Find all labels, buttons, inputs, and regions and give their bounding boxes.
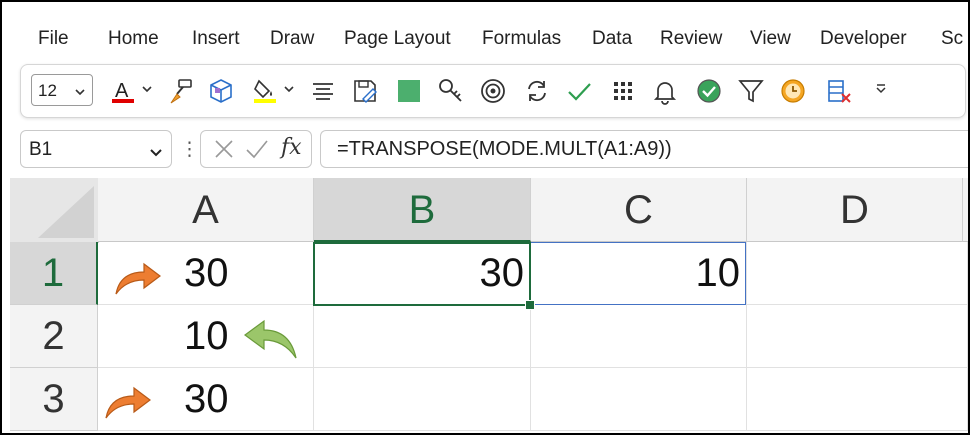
menu-file[interactable]: File [38,28,69,50]
menu-review[interactable]: Review [660,28,722,50]
cancel-icon[interactable] [213,138,235,160]
name-box[interactable]: B1 [20,130,172,168]
menu-bar: File Home Insert Draw Page Layout Formul… [2,2,968,58]
chevron-down-icon [74,83,86,103]
cell-d2[interactable] [747,305,968,368]
more-icon[interactable] [875,83,887,95]
worksheet-grid: A B C D 1 2 3 30 30 10 10 30 [2,178,968,433]
grid-icon[interactable] [609,77,637,105]
clear-column-icon[interactable] [825,77,853,105]
cell-b1[interactable]: 30 [314,242,531,305]
font-color-icon[interactable]: A [109,77,137,105]
curved-arrow-right-icon [105,386,151,419]
formula-text: =TRANSPOSE(MODE.MULT(A1:A9)) [337,138,672,160]
column-header-e[interactable] [963,178,968,242]
menu-data[interactable]: Data [592,28,632,50]
chevron-down-icon[interactable] [141,83,153,95]
menu-view[interactable]: View [750,28,791,50]
row-header-2[interactable]: 2 [10,305,98,368]
target-icon[interactable] [479,77,507,105]
svg-text:A: A [115,80,129,102]
cell-b3[interactable] [314,368,531,431]
format-painter-icon[interactable] [167,77,195,105]
bell-icon[interactable] [651,77,679,105]
menu-developer[interactable]: Developer [820,28,907,50]
menu-home[interactable]: Home [108,28,159,50]
menu-draw[interactable]: Draw [270,28,314,50]
chevron-down-icon[interactable] [283,83,295,95]
cell-d1[interactable] [747,242,968,305]
fill-handle[interactable] [525,300,535,310]
column-header-a[interactable]: A [98,178,314,242]
cell-c3[interactable] [531,368,747,431]
column-header-d[interactable]: D [747,178,963,242]
menu-page-layout[interactable]: Page Layout [344,28,451,50]
menu-insert[interactable]: Insert [192,28,240,50]
cell-a3-value: 30 [184,377,229,421]
select-all-corner[interactable] [10,178,99,243]
filter-icon[interactable] [737,77,765,105]
excel-window: File Home Insert Draw Page Layout Formul… [2,2,968,433]
fill-color-icon[interactable] [251,77,279,105]
cell-b1-value: 30 [479,251,525,295]
curved-arrow-left-icon [243,319,297,359]
refresh-icon[interactable] [523,77,551,105]
cell-c2[interactable] [531,305,747,368]
3d-cube-icon[interactable] [207,77,235,105]
cell-b2[interactable] [314,305,531,368]
column-header-c[interactable]: C [531,178,747,242]
more-options-icon[interactable]: ⋮ [180,138,199,161]
menu-more-tab[interactable]: Sc [941,28,963,50]
green-check-circle-icon[interactable] [695,77,723,105]
cell-c1[interactable]: 10 [531,242,747,305]
checkmark-icon[interactable] [565,77,593,105]
cell-c1-value: 10 [695,251,741,295]
column-header-b[interactable]: B [314,178,531,242]
name-box-value: B1 [29,139,53,160]
enter-check-icon[interactable] [245,138,269,160]
align-center-icon[interactable] [309,77,337,105]
cell-d3[interactable] [747,368,968,431]
formula-controls: fx [200,130,312,168]
formula-input[interactable]: =TRANSPOSE(MODE.MULT(A1:A9)) [320,130,968,168]
insert-function-icon[interactable]: fx [281,135,302,160]
cell-a1-value: 30 [184,251,229,295]
font-size-value: 12 [38,81,57,100]
font-size-select[interactable]: 12 [31,74,93,106]
ribbon-toolbar: 12 A [20,64,966,118]
cell-a2-value: 10 [184,314,229,358]
clock-icon[interactable] [779,77,807,105]
key-icon[interactable] [437,77,465,105]
menu-formulas[interactable]: Formulas [482,28,561,50]
row-header-3[interactable]: 3 [10,368,98,431]
green-square-icon[interactable] [395,77,423,105]
save-edit-icon[interactable] [351,77,379,105]
row-header-1[interactable]: 1 [10,242,98,305]
chevron-down-icon [149,143,163,157]
curved-arrow-right-icon [115,262,161,295]
